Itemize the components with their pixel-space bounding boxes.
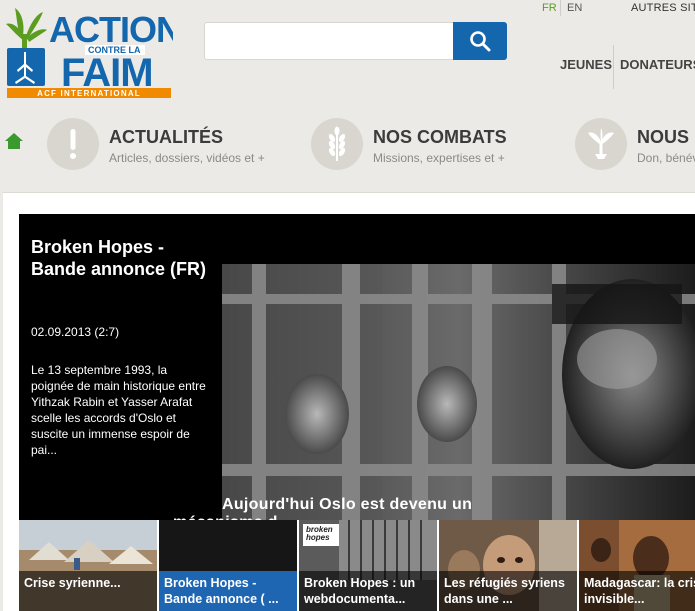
exclamation-icon[interactable] bbox=[47, 118, 99, 170]
broken-hopes-badge: broken hopes bbox=[306, 525, 333, 542]
video-player[interactable] bbox=[222, 264, 695, 520]
search-button[interactable] bbox=[453, 22, 507, 60]
video-thumbnail-active[interactable]: Broken Hopes - Bande annonce ( ... bbox=[159, 520, 297, 611]
thumbnail-label: Broken Hopes - Bande annonce ( ... bbox=[159, 571, 297, 611]
thumbnail-label: Les réfugiés syriens dans une ... bbox=[439, 571, 577, 611]
other-sites-link[interactable]: AUTRES SITES bbox=[631, 2, 695, 14]
featured-date: 02.09.2013 (2:7) bbox=[31, 325, 120, 339]
menu-actualites-title[interactable]: ACTUALITÉS bbox=[109, 127, 223, 148]
nav-divider bbox=[613, 45, 614, 89]
home-icon[interactable] bbox=[4, 132, 24, 155]
menu-nous-subtitle[interactable]: Don, bénév bbox=[637, 151, 695, 165]
acf-logo[interactable]: ACTION CONTRE LA FAIM ACF INTERNATIONAL bbox=[5, 4, 182, 100]
menu-actualites-subtitle[interactable]: Articles, dossiers, vidéos et + bbox=[109, 151, 265, 165]
nav-donateurs-link[interactable]: DONATEURS bbox=[620, 57, 695, 72]
lang-fr-link[interactable]: FR bbox=[542, 2, 557, 14]
video-thumbnail[interactable]: Madagascar: la crise invisible... bbox=[579, 520, 695, 611]
video-thumbnail[interactable]: Les réfugiés syriens dans une ... bbox=[439, 520, 577, 611]
featured-title[interactable]: Broken Hopes - Bande annonce (FR) bbox=[31, 236, 211, 280]
wheat-icon[interactable] bbox=[311, 118, 363, 170]
featured-description: Le 13 septembre 1993, la poignée de main… bbox=[31, 363, 206, 457]
video-thumbnail[interactable]: Crise syrienne... bbox=[19, 520, 157, 611]
thumbnail-label: Broken Hopes : un webdocumenta... bbox=[299, 571, 437, 611]
video-thumbnail[interactable]: broken hopes Broken Hopes : un webdocume… bbox=[299, 520, 437, 611]
menu-combats-title[interactable]: NOS COMBATS bbox=[373, 127, 507, 148]
logo-tagline: ACF INTERNATIONAL bbox=[37, 89, 141, 98]
menu-combats-subtitle[interactable]: Missions, expertises et + bbox=[373, 151, 505, 165]
video-subtitle-line1: Aujourd'hui Oslo est devenu un bbox=[222, 496, 473, 513]
thumbnail-label: Madagascar: la crise invisible... bbox=[579, 571, 695, 611]
magnifier-icon bbox=[470, 31, 491, 52]
nav-jeunes-link[interactable]: JEUNES bbox=[560, 57, 612, 72]
lang-divider bbox=[560, 0, 561, 16]
thumbnail-label: Crise syrienne... bbox=[19, 571, 157, 611]
plant-icon[interactable] bbox=[575, 118, 627, 170]
menu-nous-title[interactable]: NOUS bbox=[637, 127, 689, 148]
logo-line1: ACTION bbox=[49, 9, 173, 50]
lang-en-link[interactable]: EN bbox=[567, 2, 582, 14]
search-input[interactable] bbox=[204, 22, 454, 60]
